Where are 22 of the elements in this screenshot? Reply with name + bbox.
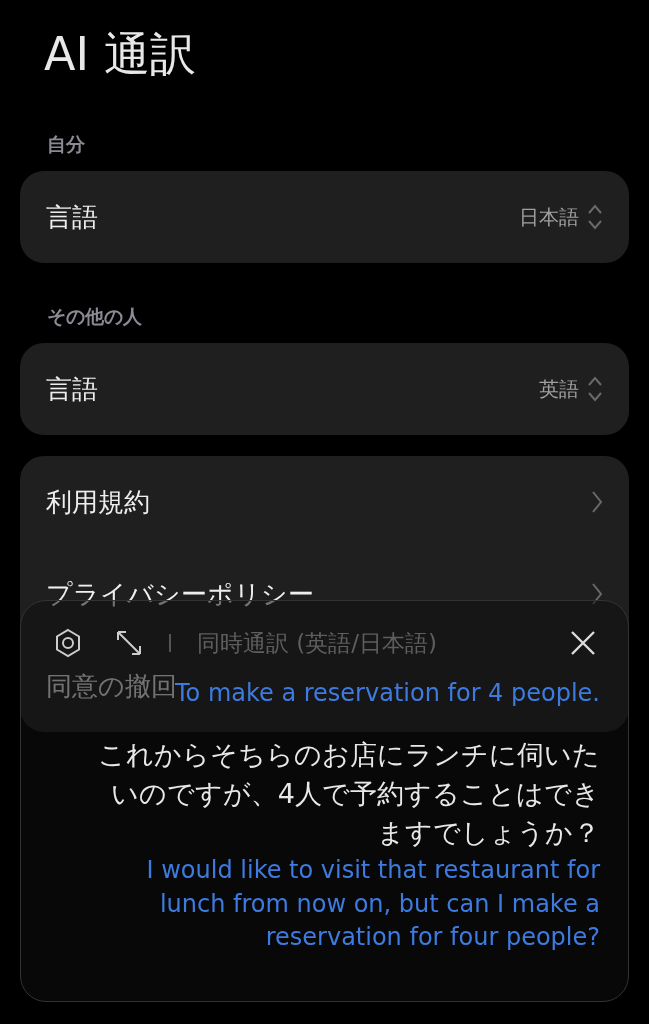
chevron-right-icon: [591, 582, 603, 607]
up-down-chevron-icon: [587, 203, 603, 232]
settings-row[interactable]: 言語 日本語: [20, 171, 629, 264]
settings-row[interactable]: 言語 英語: [20, 343, 629, 436]
section-header: その他の人: [46, 304, 143, 330]
chevron-right-icon: [591, 490, 603, 515]
settings-icon: [53, 628, 83, 658]
expand-icon: [115, 629, 143, 657]
settings-row[interactable]: 利用規約: [20, 456, 629, 549]
row-label: 言語: [46, 200, 98, 234]
source-text: これからそちらのお店にランチに伺いたいのですが、4人で予約することはできますでしょうか？: [97, 737, 600, 850]
row-label: 言語: [46, 372, 98, 406]
up-down-chevron-icon: [587, 375, 603, 404]
page-title: AI 通訳: [43, 26, 197, 83]
section-header: 自分: [46, 132, 86, 158]
row-label: 利用規約: [46, 485, 150, 519]
mode-label: 同時通訳 (英語/日本語): [197, 628, 437, 658]
translation-text: To make a reservation for 4 people.: [175, 678, 600, 709]
translation-text: I would like to visit that restaurant for lunch from now on, but can I make a reservation for four people?: [145, 855, 600, 954]
close-icon: [570, 630, 596, 656]
row-value: 日本語: [519, 204, 579, 232]
row-value: 英語: [539, 376, 579, 404]
